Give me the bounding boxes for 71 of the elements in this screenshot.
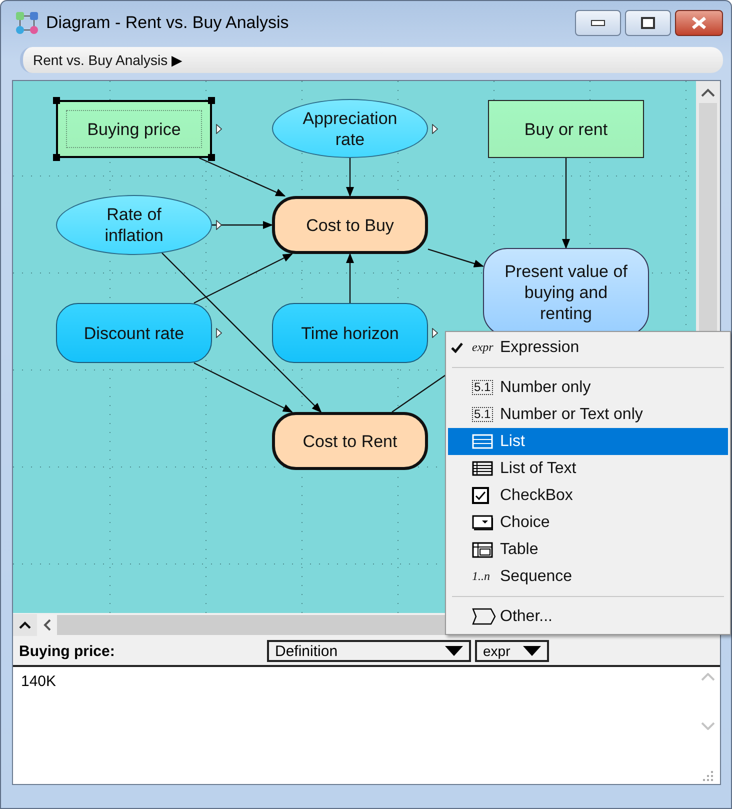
menu-item[interactable]: 5.1 Number or Text only [448,401,728,428]
maximize-button[interactable] [625,10,671,36]
list-icon [472,434,493,449]
window-title: Diagram - Rent vs. Buy Analysis [46,13,290,33]
output-arrow-icon[interactable] [432,124,438,134]
menu-item-label: Other... [500,608,552,626]
caret-icon [19,621,31,629]
menu-item[interactable]: List of Text [448,455,728,482]
checkbox-icon [472,487,489,504]
menu-item[interactable]: Other... [448,603,728,630]
menu-item-label: CheckBox [500,486,573,504]
scroll-left-icon[interactable] [43,619,51,631]
chance-node[interactable]: Rate of inflation [56,195,212,255]
caret-icon [523,646,541,656]
attribute-dropdown[interactable]: Definition [267,640,471,662]
menu-item[interactable]: 1..n Sequence [448,563,728,590]
menu-item-label: Sequence [500,568,572,586]
expression-icon: expr [472,340,494,355]
menu-item[interactable]: CheckBox [448,482,728,509]
tag-icon [472,608,496,625]
influence-arrow [346,253,354,303]
resize-grip-icon[interactable] [702,770,714,782]
number-icon: 5.1 [472,407,493,422]
collapse-button[interactable] [13,614,37,636]
menu-item-label: Number only [500,378,591,396]
menu-item-label: List of Text [500,460,576,478]
menu-item[interactable]: Choice [448,509,728,536]
menu-item[interactable]: Table [448,536,728,563]
selection-handle[interactable] [53,154,60,161]
minimize-button[interactable] [575,10,621,36]
selection-handle[interactable] [53,97,60,104]
scroll-up-icon[interactable] [701,88,716,97]
variable-node[interactable]: Discount rate [56,303,212,363]
output-arrow-icon[interactable] [432,328,438,338]
breadcrumb-item[interactable]: Rent vs. Buy Analysis [33,52,168,68]
influence-arrow [346,158,354,197]
table-icon [472,542,493,558]
decision-node[interactable]: Buying price [56,100,212,158]
menu-item-label: Choice [500,514,550,532]
dropdown-icon [472,514,493,530]
decision-node[interactable]: Buy or rent [488,100,644,158]
menu-item[interactable]: expr Expression [448,334,728,361]
minimize-icon [591,20,605,26]
list-of-text-icon [472,461,493,476]
influence-arrow [212,221,273,229]
chance-node[interactable]: Appreciation rate [272,99,428,158]
output-arrow-icon[interactable] [216,124,222,134]
variable-node[interactable]: Time horizon [272,303,428,363]
caret-icon [445,646,463,656]
breadcrumb-arrow[interactable]: ▶ [172,52,183,68]
menu-item[interactable]: List [448,428,728,455]
module-node[interactable]: Cost to Rent [272,412,428,470]
menu-item-label: Table [500,540,538,558]
selection-handle[interactable] [208,97,215,104]
menu-item[interactable]: 5.1 Number only [448,374,728,401]
menu-item-label: List [500,432,525,450]
output-arrow-icon[interactable] [216,220,222,230]
menu-item-label: Expression [500,338,580,356]
selection-handle[interactable] [208,154,215,161]
output-arrow-icon[interactable] [216,328,222,338]
maximize-icon [641,17,655,29]
influence-arrow [428,248,484,268]
close-button[interactable] [675,10,723,36]
menu-item-label: Number or Text only [500,406,643,424]
object-label: Buying price: [19,642,116,660]
module-node[interactable]: Cost to Buy [272,196,428,254]
number-icon: 5.1 [472,380,493,395]
app-icon [14,10,40,36]
sequence-icon: 1..n [472,569,490,584]
type-dropdown[interactable]: expr [475,640,549,662]
close-icon [691,16,707,30]
